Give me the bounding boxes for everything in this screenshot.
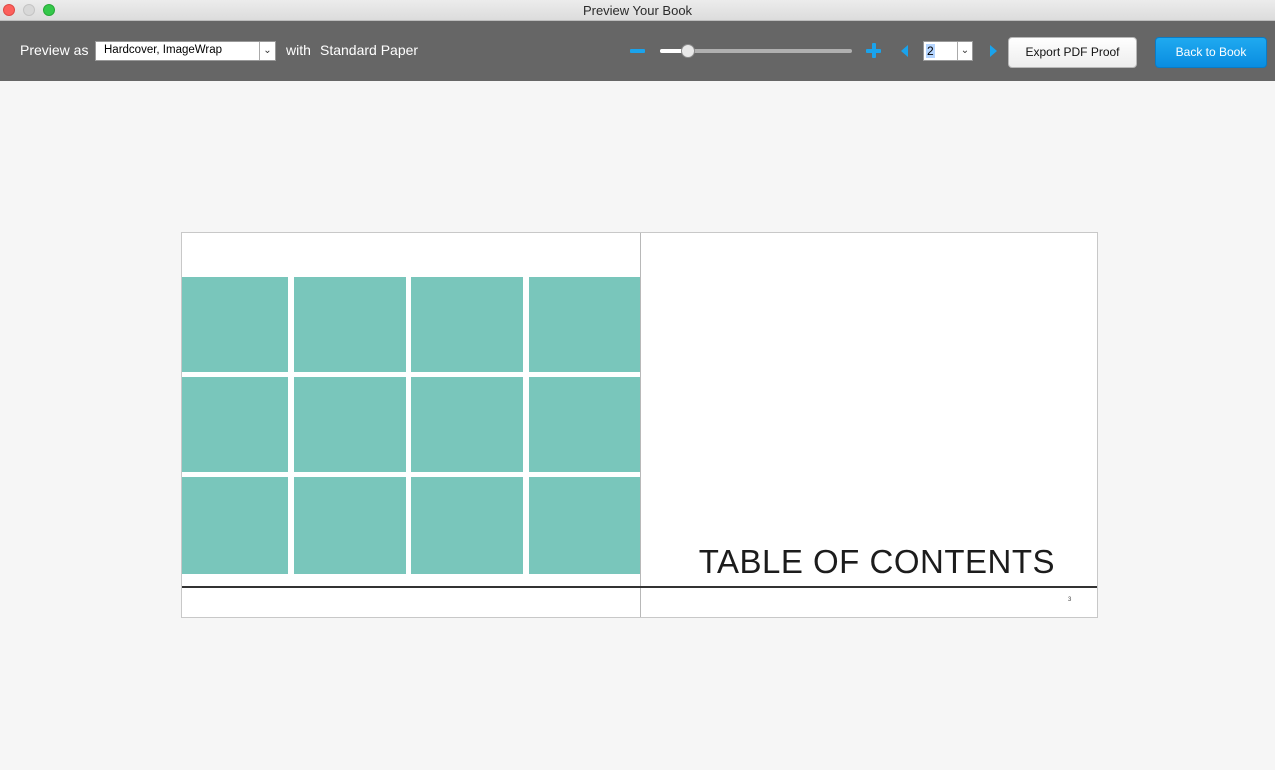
zoom-slider[interactable] — [660, 44, 852, 58]
title-bar: Preview Your Book — [0, 0, 1275, 21]
paper-type-label: Standard Paper — [320, 42, 419, 58]
table-of-contents-title: TABLE OF CONTENTS — [698, 543, 1055, 580]
photo-placeholder-tile — [529, 277, 640, 372]
toolbar: Preview as Hardcover, ImageWrap ⌄ with S… — [0, 21, 1275, 81]
zoom-slider-thumb[interactable] — [681, 44, 696, 58]
photo-placeholder-tile — [294, 277, 406, 372]
preview-as-label: Preview as — [20, 42, 89, 58]
photo-placeholder-tile — [529, 477, 640, 574]
previous-page-icon[interactable] — [901, 45, 908, 57]
zoom-in-icon[interactable] — [866, 43, 881, 58]
next-page-icon[interactable] — [990, 45, 997, 57]
photo-placeholder-tile — [411, 477, 523, 574]
with-label: with — [286, 42, 311, 58]
footer-rule — [182, 586, 1097, 588]
zoom-out-icon[interactable] — [630, 49, 645, 53]
photo-placeholder-tile — [294, 477, 406, 574]
photo-placeholder-tile — [182, 477, 288, 574]
photo-placeholder-tile — [411, 377, 523, 472]
back-to-book-button[interactable]: Back to Book — [1155, 37, 1267, 68]
book-spread: TABLE OF CONTENTS 3 — [181, 232, 1098, 618]
chevron-down-icon: ⌄ — [957, 42, 972, 60]
chevron-down-icon: ⌄ — [259, 42, 275, 60]
photo-placeholder-tile — [529, 377, 640, 472]
right-page: TABLE OF CONTENTS 3 — [640, 233, 1097, 617]
photo-placeholder-tile — [182, 277, 288, 372]
cover-type-select[interactable]: Hardcover, ImageWrap ⌄ — [95, 41, 276, 61]
export-pdf-proof-button[interactable]: Export PDF Proof — [1008, 37, 1137, 68]
photo-placeholder-tile — [411, 277, 523, 372]
page-number-select[interactable]: 2 ⌄ — [923, 41, 973, 61]
photo-placeholder-tile — [294, 377, 406, 472]
page-number: 3 — [1068, 597, 1072, 603]
cover-type-value: Hardcover, ImageWrap — [104, 44, 223, 56]
left-page — [182, 233, 640, 617]
photo-placeholder-tile — [182, 377, 288, 472]
page-number-value: 2 — [926, 44, 935, 58]
window-title: Preview Your Book — [582, 3, 693, 18]
